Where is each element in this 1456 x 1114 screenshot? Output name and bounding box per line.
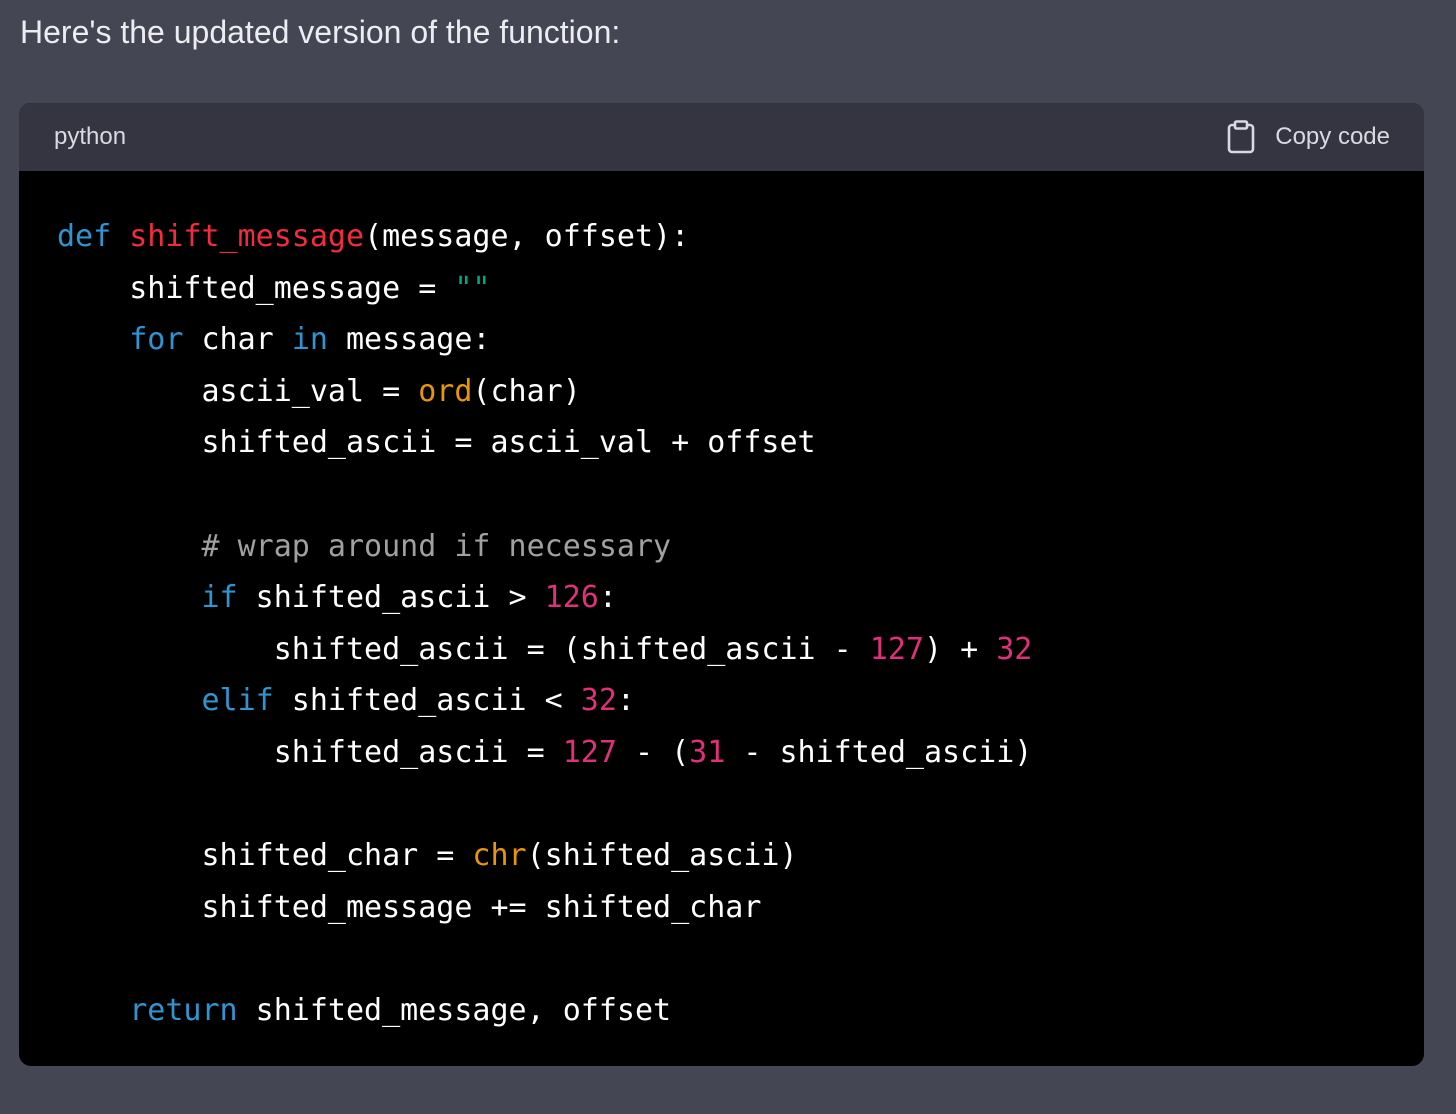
code-comment: # wrap around if necessary: [57, 528, 672, 564]
copy-code-label: Copy code: [1275, 123, 1390, 150]
code-text: ascii_val =: [57, 373, 419, 409]
code-number: 32: [996, 631, 1033, 667]
code-line: shifted_char = chr(shifted_ascii): [57, 830, 1032, 882]
code-text: shifted_message += shifted_char: [57, 889, 762, 925]
code-string: "": [454, 270, 491, 306]
code-number: 127: [869, 631, 924, 667]
code-number: 126: [544, 580, 599, 616]
code-keyword: return: [129, 992, 238, 1028]
code-block-header: python Copy code: [19, 103, 1424, 171]
code-language-label: python: [54, 123, 127, 150]
copy-code-button[interactable]: Copy code: [1227, 103, 1390, 171]
code-text: shifted_ascii =: [57, 734, 563, 770]
code-line: def shift_message(message, offset):: [57, 211, 1032, 263]
code-keyword: elif: [201, 683, 274, 719]
code-text: (char): [472, 373, 581, 409]
code-text: shifted_ascii = (shifted_ascii -: [57, 631, 870, 667]
code-text: shifted_ascii <: [273, 683, 581, 719]
code-builtin: ord: [418, 373, 473, 409]
code-line: if shifted_ascii > 126:: [57, 572, 1032, 624]
code-text: - (: [616, 734, 690, 770]
code-text: - shifted_ascii): [725, 734, 1033, 770]
code-number: 32: [580, 683, 617, 719]
code-line: ascii_val = ord(char): [57, 366, 1032, 418]
code-line: # wrap around if necessary: [57, 521, 1032, 573]
clipboard-icon: [1227, 120, 1255, 154]
code-text: message:: [327, 322, 491, 358]
code-line: shifted_message = "": [57, 263, 1032, 315]
code-text: (shifted_ascii): [526, 838, 798, 874]
code-text: :: [616, 683, 635, 719]
code-text: shifted_message, offset: [237, 992, 672, 1028]
code-text: char: [183, 322, 292, 358]
message-intro-text: Here's the updated version of the functi…: [20, 14, 621, 50]
code-text: shifted_ascii = ascii_val + offset: [57, 425, 816, 461]
code-line: elif shifted_ascii < 32:: [57, 675, 1032, 727]
code-keyword: for: [129, 322, 184, 358]
code-function-name: shift_message: [129, 219, 365, 254]
code-number: 127: [562, 734, 617, 770]
code-text: ) +: [923, 631, 997, 667]
code-line: return shifted_message, offset: [57, 985, 1032, 1037]
chat-message: Here's the updated version of the functi…: [0, 0, 1456, 1114]
code-builtin: chr: [472, 838, 527, 874]
code-text: shifted_char =: [57, 838, 473, 874]
code-text: :: [598, 580, 617, 616]
code-line: shifted_ascii = (shifted_ascii - 127) + …: [57, 624, 1033, 676]
code-keyword: def: [57, 219, 112, 254]
code-keyword: in: [291, 322, 328, 358]
code-line: shifted_message += shifted_char: [57, 882, 1032, 934]
code-text: shifted_ascii >: [237, 580, 545, 616]
code-keyword: if: [201, 580, 238, 616]
code-block: python Copy code def shift_message(messa…: [19, 103, 1424, 1066]
code-line: shifted_ascii = ascii_val + offset: [57, 417, 1032, 469]
code-line: for char in message:: [57, 314, 1032, 366]
code-line: shifted_ascii = 127 - (31 - shifted_asci…: [57, 727, 1033, 779]
code-text: shifted_message =: [57, 270, 455, 306]
code-content: def shift_message(message, offset): shif…: [57, 211, 1032, 1037]
code-number: 31: [689, 734, 726, 770]
code-text: (message, offset):: [364, 219, 690, 254]
